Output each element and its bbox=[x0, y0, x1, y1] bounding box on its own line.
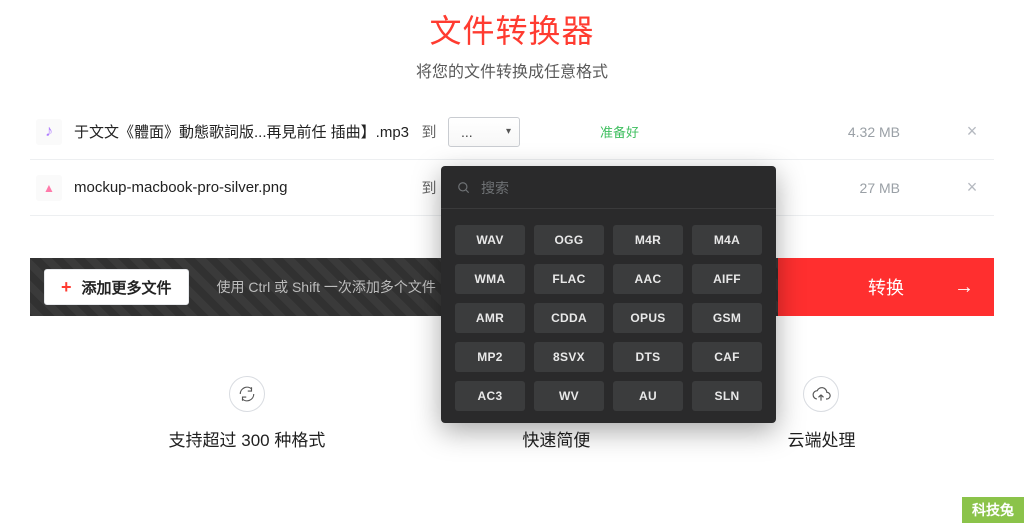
format-option-8svx[interactable]: 8SVX bbox=[534, 342, 604, 372]
file-size: 27 MB bbox=[860, 180, 900, 196]
format-option-sln[interactable]: SLN bbox=[692, 381, 762, 411]
search-icon bbox=[457, 181, 471, 195]
cloud-upload-icon bbox=[803, 376, 839, 412]
add-files-button[interactable]: + 添加更多文件 bbox=[44, 269, 189, 305]
add-label: 添加更多文件 bbox=[82, 277, 172, 298]
feature-title: 快速简便 bbox=[522, 426, 590, 451]
format-option-aiff[interactable]: AIFF bbox=[692, 264, 762, 294]
feature-title: 支持超过 300 种格式 bbox=[169, 426, 326, 451]
music-icon: ♪ bbox=[36, 119, 62, 145]
search-input[interactable] bbox=[481, 180, 760, 196]
format-option-m4r[interactable]: M4R bbox=[613, 225, 683, 255]
status-badge: 准备好 bbox=[600, 122, 639, 141]
feature-formats: 支持超过 300 种格式 bbox=[169, 376, 326, 451]
convert-label: 转换 bbox=[868, 274, 904, 300]
refresh-icon bbox=[229, 376, 265, 412]
page-title: 文件转换器 bbox=[0, 6, 1024, 52]
format-option-wav[interactable]: WAV bbox=[455, 225, 525, 255]
format-option-ogg[interactable]: OGG bbox=[534, 225, 604, 255]
watermark-badge: 科技兔 bbox=[962, 497, 1024, 523]
feature-title: 云端处理 bbox=[787, 426, 855, 451]
format-option-amr[interactable]: AMR bbox=[455, 303, 525, 333]
to-label: 到 bbox=[414, 121, 444, 142]
arrow-right-icon: → bbox=[954, 276, 974, 299]
format-option-wv[interactable]: WV bbox=[534, 381, 604, 411]
close-icon[interactable]: × bbox=[960, 177, 984, 198]
chevron-down-icon: ▾ bbox=[506, 126, 511, 137]
format-option-au[interactable]: AU bbox=[613, 381, 683, 411]
format-option-aac[interactable]: AAC bbox=[613, 264, 683, 294]
dropdown-search bbox=[441, 166, 776, 209]
format-option-wma[interactable]: WMA bbox=[455, 264, 525, 294]
file-size: 4.32 MB bbox=[848, 124, 900, 140]
add-hint: 使用 Ctrl 或 Shift 一次添加多个文件 bbox=[217, 277, 436, 297]
file-name: 于文文《體面》動態歌詞版...再見前任 插曲】.mp3 bbox=[74, 121, 414, 142]
format-option-gsm[interactable]: GSM bbox=[692, 303, 762, 333]
image-icon: ▲ bbox=[36, 175, 62, 201]
file-row: ♪ 于文文《體面》動態歌詞版...再見前任 插曲】.mp3 到 ... ▾ 准备… bbox=[30, 104, 994, 160]
format-option-ac3[interactable]: AC3 bbox=[455, 381, 525, 411]
feature-cloud: 云端处理 bbox=[787, 376, 855, 451]
format-dropdown: WAV OGG M4R M4A WMA FLAC AAC AIFF AMR CDDA OPUS GSM… bbox=[441, 166, 776, 423]
format-option-dts[interactable]: DTS bbox=[613, 342, 683, 372]
format-option-mp2[interactable]: MP2 bbox=[455, 342, 525, 372]
header: 文件转换器 将您的文件转换成任意格式 bbox=[0, 0, 1024, 82]
format-select[interactable]: ... ▾ bbox=[448, 117, 520, 147]
convert-button[interactable]: 转换 → bbox=[778, 258, 994, 316]
format-option-cdda[interactable]: CDDA bbox=[534, 303, 604, 333]
close-icon[interactable]: × bbox=[960, 121, 984, 142]
format-option-flac[interactable]: FLAC bbox=[534, 264, 604, 294]
page-subtitle: 将您的文件转换成任意格式 bbox=[0, 58, 1024, 82]
format-value: ... bbox=[461, 124, 473, 140]
format-option-opus[interactable]: OPUS bbox=[613, 303, 683, 333]
format-option-m4a[interactable]: M4A bbox=[692, 225, 762, 255]
file-name: mockup-macbook-pro-silver.png bbox=[74, 179, 414, 196]
to-label: 到 bbox=[414, 177, 444, 198]
dropdown-grid: WAV OGG M4R M4A WMA FLAC AAC AIFF AMR CDDA OPUS GSM… bbox=[441, 209, 776, 411]
format-option-caf[interactable]: CAF bbox=[692, 342, 762, 372]
plus-icon: + bbox=[61, 278, 72, 296]
